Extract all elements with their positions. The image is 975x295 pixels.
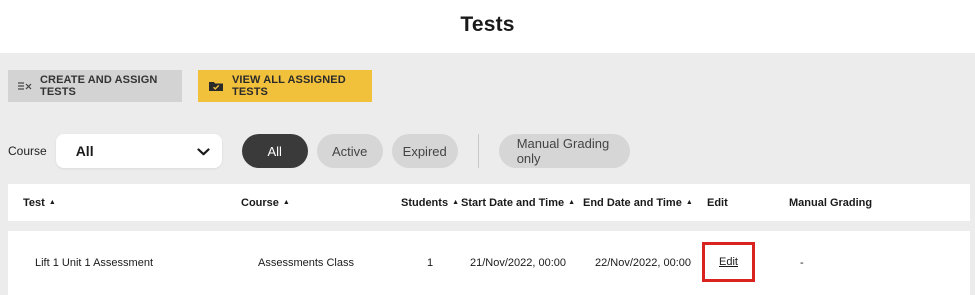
chevron-down-icon — [197, 143, 210, 159]
filter-bar: Course All All Active Expired Manual Gra… — [8, 133, 639, 169]
manual-grading-only-pill[interactable]: Manual Grading only — [498, 134, 630, 168]
column-header-label: Manual Grading — [789, 196, 873, 209]
column-header-label: Edit — [707, 196, 728, 209]
create-and-assign-tests-button[interactable]: CREATE AND ASSIGN TESTS — [8, 70, 182, 102]
course-select[interactable]: All — [55, 134, 222, 168]
sort-arrow-icon: ▲ — [282, 199, 290, 206]
folder-check-icon — [208, 80, 224, 92]
table-row: Lift 1 Unit 1 Assessment Assessments Cla… — [8, 231, 970, 295]
cell-end-date: 22/Nov/2022, 00:00 — [595, 257, 692, 269]
sort-arrow-icon: ▲ — [568, 199, 576, 206]
column-header-label: Start Date and Time — [461, 196, 565, 209]
table-header: Test ▲ Course ▲ Students ▲ Start Date an… — [8, 184, 970, 221]
filter-expired-pill[interactable]: Expired — [391, 134, 458, 168]
view-all-assigned-tests-button[interactable]: VIEW ALL ASSIGNED TESTS — [198, 70, 372, 102]
column-header-label: Students — [401, 196, 449, 209]
cell-students: 1 — [427, 257, 434, 269]
edit-link[interactable]: Edit — [719, 256, 738, 268]
filter-all-pill[interactable]: All — [241, 134, 308, 168]
cell-course: Assessments Class — [258, 257, 354, 269]
sort-arrow-icon: ▲ — [452, 199, 459, 206]
filter-all-label: All — [267, 143, 282, 159]
toolbar: CREATE AND ASSIGN TESTS VIEW ALL ASSIGNE… — [8, 70, 372, 102]
column-header-course[interactable]: Course ▲ — [241, 184, 290, 221]
sort-arrow-icon: ▲ — [48, 199, 56, 206]
edit-highlight-box: Edit — [702, 242, 755, 282]
view-all-assigned-tests-label: VIEW ALL ASSIGNED TESTS — [232, 74, 346, 98]
cell-manual-grading: - — [800, 257, 804, 269]
filter-active-pill[interactable]: Active — [316, 134, 383, 168]
course-filter-label: Course — [8, 144, 47, 158]
column-header-students[interactable]: Students ▲ — [401, 184, 459, 221]
filter-active-label: Active — [331, 143, 368, 159]
column-header-label: Course — [241, 196, 279, 209]
cell-start-date: 21/Nov/2022, 00:00 — [470, 257, 567, 269]
filter-divider — [477, 134, 479, 168]
cell-test: Lift 1 Unit 1 Assessment — [35, 257, 153, 269]
list-check-icon — [18, 81, 32, 91]
column-header-manual-grading: Manual Grading — [789, 184, 872, 221]
column-header-edit: Edit — [707, 184, 728, 221]
column-header-label: Test — [23, 196, 45, 209]
column-header-end-date[interactable]: End Date and Time ▲ — [583, 184, 693, 221]
manual-grading-only-label: Manual Grading only — [516, 136, 610, 166]
course-select-value: All — [75, 143, 94, 159]
page-header: Tests — [0, 0, 975, 53]
column-header-test[interactable]: Test ▲ — [23, 184, 56, 221]
sort-arrow-icon: ▲ — [685, 199, 693, 206]
column-header-label: End Date and Time — [583, 196, 682, 209]
page-title: Tests — [460, 12, 515, 36]
filter-expired-label: Expired — [402, 143, 447, 159]
create-and-assign-tests-label: CREATE AND ASSIGN TESTS — [40, 74, 158, 98]
column-header-start-date[interactable]: Start Date and Time ▲ — [461, 184, 575, 221]
